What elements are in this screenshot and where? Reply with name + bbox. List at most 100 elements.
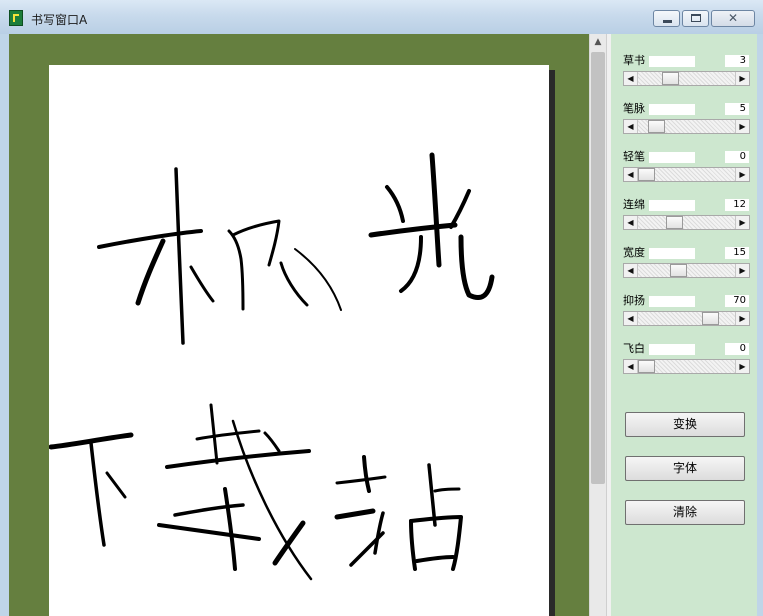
writing-canvas-area[interactable]	[9, 34, 589, 616]
writing-paper[interactable]	[49, 65, 549, 616]
stroke	[173, 503, 245, 517]
font-button[interactable]: 字体	[625, 456, 745, 481]
param-value: 0	[725, 151, 749, 163]
window-title: 书写窗口A	[31, 13, 88, 27]
slider-left-arrow-icon[interactable]: ◀	[624, 120, 638, 133]
slider-left-arrow-icon[interactable]: ◀	[624, 216, 638, 229]
stroke	[429, 152, 442, 268]
minimize-icon	[663, 20, 672, 23]
slider-left-arrow-icon[interactable]: ◀	[624, 360, 638, 373]
stroke	[105, 471, 127, 499]
stroke	[279, 261, 309, 307]
param-value: 15	[725, 247, 749, 259]
slider-left-arrow-icon[interactable]: ◀	[624, 312, 638, 325]
param-value: 3	[725, 55, 749, 67]
stroke	[335, 475, 387, 485]
scroll-up-arrow-icon[interactable]: ▲	[590, 34, 606, 50]
stroke	[263, 431, 281, 453]
slider-thumb[interactable]	[670, 264, 687, 277]
param-label: 草书	[623, 54, 645, 67]
stroke	[135, 238, 166, 306]
param-label-band	[649, 344, 695, 355]
slider-thumb[interactable]	[702, 312, 719, 325]
slider-right-arrow-icon[interactable]: ▶	[735, 168, 749, 181]
vertical-scrollbar[interactable]: ▲	[589, 34, 606, 616]
cursive-slider[interactable]: ◀ ▶	[623, 71, 750, 86]
slider-thumb[interactable]	[647, 120, 665, 133]
handwriting-strokes	[49, 152, 495, 581]
slider-thumb[interactable]	[638, 360, 655, 373]
slider-left-arrow-icon[interactable]: ◀	[624, 264, 638, 277]
param-label: 连绵	[623, 198, 645, 211]
stroke	[165, 449, 311, 469]
maximize-button[interactable]	[682, 10, 709, 27]
slider-left-arrow-icon[interactable]: ◀	[624, 168, 638, 181]
param-light-stroke: 轻笔 0 ◀ ▶	[611, 150, 757, 194]
slider-thumb[interactable]	[638, 168, 655, 181]
stroke	[97, 229, 203, 249]
cadence-slider[interactable]: ◀ ▶	[623, 311, 750, 326]
param-cursive: 草书 3 ◀ ▶	[611, 54, 757, 98]
stroke	[399, 235, 423, 293]
flying-white-slider[interactable]: ◀ ▶	[623, 359, 750, 374]
brush-vein-slider[interactable]: ◀ ▶	[623, 119, 750, 134]
slider-left-arrow-icon[interactable]: ◀	[624, 72, 638, 85]
slider-right-arrow-icon[interactable]: ▶	[735, 264, 749, 277]
param-label-band	[649, 104, 695, 115]
slider-right-arrow-icon[interactable]: ▶	[735, 216, 749, 229]
maximize-icon	[691, 14, 701, 22]
stroke	[415, 555, 455, 563]
param-cadence: 抑扬 70 ◀ ▶	[611, 294, 757, 338]
slider-thumb[interactable]	[662, 72, 679, 85]
param-value: 5	[725, 103, 749, 115]
stroke	[174, 167, 185, 345]
param-label-band	[649, 200, 695, 211]
param-label-band	[649, 152, 695, 163]
param-label-band	[649, 296, 695, 307]
stroke	[427, 463, 437, 527]
stroke	[89, 441, 106, 547]
stroke	[189, 265, 215, 303]
close-icon: ✕	[727, 11, 739, 25]
clear-button[interactable]: 清除	[625, 500, 745, 525]
param-continuous: 连绵 12 ◀ ▶	[611, 198, 757, 242]
param-label: 笔脉	[623, 102, 645, 115]
light-stroke-slider[interactable]: ◀ ▶	[623, 167, 750, 182]
param-brush-vein: 笔脉 5 ◀ ▶	[611, 102, 757, 146]
param-label: 宽度	[623, 246, 645, 259]
param-label: 抑扬	[623, 294, 645, 307]
param-value: 12	[725, 199, 749, 211]
stroke	[409, 519, 417, 571]
window-controls: ✕	[653, 10, 755, 28]
stroke	[458, 234, 495, 301]
stroke	[157, 523, 261, 541]
scroll-thumb[interactable]	[591, 52, 605, 484]
minimize-button[interactable]	[653, 10, 680, 27]
continuous-slider[interactable]: ◀ ▶	[623, 215, 750, 230]
transform-button[interactable]: 变换	[625, 412, 745, 437]
param-label: 飞白	[623, 342, 645, 355]
param-label-band	[649, 56, 695, 67]
param-width: 宽度 15 ◀ ▶	[611, 246, 757, 290]
app-window: 书写窗口A ✕ ▲ 草书 3 ◀ ▶ 笔脉 5 ◀ ▶ 轻笔 0 ◀ ▶ 连绵 …	[0, 0, 763, 616]
slider-right-arrow-icon[interactable]: ▶	[735, 72, 749, 85]
slider-right-arrow-icon[interactable]: ▶	[735, 120, 749, 133]
param-flying-white: 飞白 0 ◀ ▶	[611, 342, 757, 386]
stroke	[368, 222, 458, 238]
stroke	[433, 487, 461, 493]
close-button[interactable]: ✕	[711, 10, 755, 27]
stroke	[195, 429, 261, 441]
param-label-band	[649, 248, 695, 259]
slider-right-arrow-icon[interactable]: ▶	[735, 360, 749, 373]
slider-right-arrow-icon[interactable]: ▶	[735, 312, 749, 325]
stroke	[349, 531, 385, 567]
param-label: 轻笔	[623, 150, 645, 163]
title-bar[interactable]: 书写窗口A ✕	[0, 0, 763, 35]
width-slider[interactable]: ◀ ▶	[623, 263, 750, 278]
slider-thumb[interactable]	[666, 216, 683, 229]
param-value: 0	[725, 343, 749, 355]
stroke	[385, 185, 405, 223]
stroke	[334, 508, 376, 520]
stroke	[227, 229, 245, 311]
window-frame: ▲ 草书 3 ◀ ▶ 笔脉 5 ◀ ▶ 轻笔 0 ◀ ▶ 连绵 12 ◀ ▶ 宽…	[0, 34, 763, 616]
